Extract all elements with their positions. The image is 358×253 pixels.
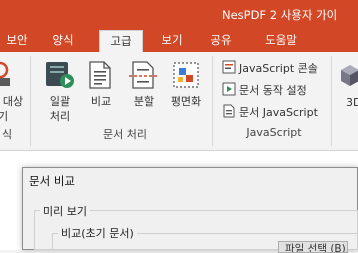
javascript-console-icon [222,60,236,74]
original-doc-legend: 비교(초기 문서) [58,225,137,241]
compare-label: 비교 [90,95,112,108]
compare-icon [86,60,114,94]
batch-process-icon [44,60,76,94]
doc-processing-group-label: 문서 처리 [103,128,147,141]
batch-label-line2: 처리 [49,110,71,123]
3d-label: 3D [346,96,358,109]
ribbon-panel: 대상 기 식 일괄 처리 비교 분할 평면화 문서 처리 JavaScript … [0,52,358,151]
javascript-console-button[interactable]: JavaScript 콘솔 [220,58,332,76]
batch-process-button[interactable]: 일괄 처리 [44,94,76,124]
document-javascript-icon [223,104,235,118]
browse-file-button[interactable]: 파일 선택 (B)... [278,241,348,253]
split-button[interactable]: 분할 [128,94,160,109]
group-separator [212,56,213,146]
split-icon [128,60,158,94]
group-separator [331,56,332,146]
flatten-icon [172,60,200,94]
document-javascript-label: 문서 JavaScript [239,106,318,119]
ribbon-tab-bar: 보안 양식 고급 보기 공유 도움말 [0,30,358,53]
javascript-group-label: JavaScript [246,126,302,139]
title-bar: NesPDF 2 사용자 가이 [0,0,358,30]
tab-help[interactable]: 도움말 [252,30,310,52]
target-icon[interactable] [0,60,16,92]
window-title: NesPDF 2 사용자 가이 [222,8,338,22]
preview-legend: 미리 보기 [40,203,90,219]
partial-target-button[interactable]: 대상 기 [0,94,28,124]
batch-label-line1: 일괄 [49,95,71,108]
partial-button-line2: 기 [0,110,9,123]
flatten-button[interactable]: 평면화 [166,94,206,109]
tab-advanced[interactable]: 고급 [99,30,143,53]
flatten-label: 평면화 [170,95,202,108]
tab-view[interactable]: 보기 [150,30,194,52]
tab-share[interactable]: 공유 [199,30,243,52]
partial-group-label: 식 [1,128,13,141]
group-separator [30,56,31,146]
tab-security[interactable]: 보안 [0,30,34,52]
dialog-title: 문서 비교 [29,174,75,188]
javascript-console-label: JavaScript 콘솔 [239,62,318,75]
partial-button-line1: 대상 [2,95,24,108]
document-action-button[interactable]: 문서 동작 설정 [220,80,332,98]
document-javascript-button[interactable]: 문서 JavaScript [220,102,332,120]
tab-forms[interactable]: 양식 [43,30,83,52]
document-action-label: 문서 동작 설정 [239,84,307,97]
compare-button[interactable]: 비교 [86,94,116,109]
split-label: 분할 [133,95,155,108]
3d-object-icon[interactable] [340,64,358,92]
document-action-icon [222,82,236,96]
